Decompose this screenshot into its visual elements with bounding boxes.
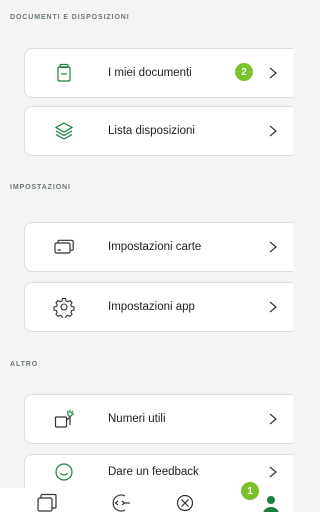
row-numeri-utili[interactable]: Numeri utili	[24, 394, 293, 444]
section-header-documenti: DOCUMENTI E DISPOSIZIONI	[10, 14, 130, 21]
chevron-right-icon	[267, 124, 279, 138]
row-lista-disposizioni[interactable]: Lista disposizioni	[24, 106, 293, 156]
profile-tab-icon[interactable]	[260, 492, 282, 512]
chevron-right-icon	[267, 66, 279, 80]
row-label: Numeri utili	[108, 413, 166, 425]
row-label: I miei documenti	[108, 67, 192, 79]
chevron-right-icon	[267, 465, 279, 479]
chevron-right-icon	[267, 300, 279, 314]
chevron-right-icon	[267, 412, 279, 426]
transfer-tab-icon[interactable]	[110, 492, 132, 512]
section-header-impostazioni: IMPOSTAZIONI	[10, 184, 71, 191]
document-icon	[53, 62, 75, 84]
cards-icon	[53, 236, 75, 258]
notification-badge: 2	[235, 63, 253, 81]
section-header-altro: ALTRO	[10, 361, 39, 368]
chevron-right-icon	[267, 240, 279, 254]
row-label: Lista disposizioni	[108, 125, 195, 137]
gear-icon	[53, 296, 75, 318]
phone-icon	[53, 408, 75, 430]
row-impostazioni-app[interactable]: Impostazioni app	[24, 282, 293, 332]
tab-notification-badge: 1	[241, 482, 259, 500]
cards-tab-icon[interactable]	[36, 492, 58, 512]
layers-icon	[53, 120, 75, 142]
row-label: Impostazioni carte	[108, 241, 202, 253]
feedback-icon	[53, 461, 75, 483]
circle-x-tab-icon[interactable]	[174, 492, 196, 512]
row-i-miei-documenti[interactable]: I miei documenti 2	[24, 48, 293, 98]
row-impostazioni-carte[interactable]: Impostazioni carte	[24, 222, 293, 272]
row-label: Dare un feedback	[108, 466, 199, 478]
row-label: Impostazioni app	[108, 301, 195, 313]
